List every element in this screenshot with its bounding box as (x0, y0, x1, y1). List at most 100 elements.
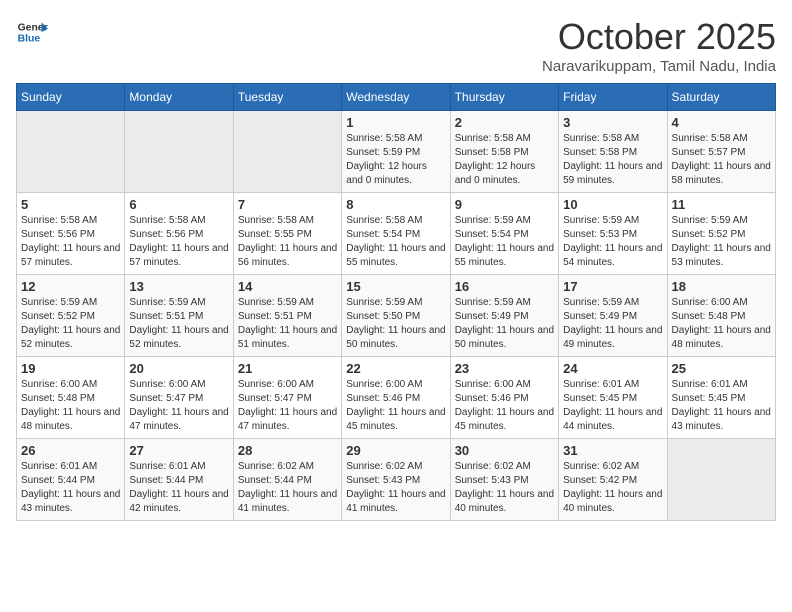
days-header-row: SundayMondayTuesdayWednesdayThursdayFrid… (17, 84, 776, 111)
day-number: 11 (672, 197, 771, 212)
day-cell: 1 Sunrise: 5:58 AMSunset: 5:59 PMDayligh… (342, 111, 450, 193)
day-cell: 18 Sunrise: 6:00 AMSunset: 5:48 PMDaylig… (667, 275, 775, 357)
day-number: 4 (672, 115, 771, 130)
day-info: Sunrise: 6:00 AMSunset: 5:48 PMDaylight:… (672, 296, 771, 352)
day-cell: 2 Sunrise: 5:58 AMSunset: 5:58 PMDayligh… (450, 111, 558, 193)
day-number: 28 (238, 443, 337, 458)
day-info: Sunrise: 5:59 AMSunset: 5:49 PMDaylight:… (455, 296, 554, 352)
week-row-1: 1 Sunrise: 5:58 AMSunset: 5:59 PMDayligh… (17, 111, 776, 193)
week-row-3: 12 Sunrise: 5:59 AMSunset: 5:52 PMDaylig… (17, 275, 776, 357)
day-cell: 14 Sunrise: 5:59 AMSunset: 5:51 PMDaylig… (233, 275, 341, 357)
day-cell: 13 Sunrise: 5:59 AMSunset: 5:51 PMDaylig… (125, 275, 233, 357)
day-cell: 19 Sunrise: 6:00 AMSunset: 5:48 PMDaylig… (17, 357, 125, 439)
logo: General Blue (16, 16, 48, 48)
day-number: 3 (563, 115, 662, 130)
day-info: Sunrise: 6:02 AMSunset: 5:43 PMDaylight:… (455, 460, 554, 516)
day-cell: 21 Sunrise: 6:00 AMSunset: 5:47 PMDaylig… (233, 357, 341, 439)
day-cell: 24 Sunrise: 6:01 AMSunset: 5:45 PMDaylig… (559, 357, 667, 439)
day-number: 19 (21, 361, 120, 376)
calendar-table: SundayMondayTuesdayWednesdayThursdayFrid… (16, 83, 776, 521)
day-info: Sunrise: 6:01 AMSunset: 5:45 PMDaylight:… (563, 378, 662, 434)
day-cell: 26 Sunrise: 6:01 AMSunset: 5:44 PMDaylig… (17, 439, 125, 521)
day-cell: 3 Sunrise: 5:58 AMSunset: 5:58 PMDayligh… (559, 111, 667, 193)
day-info: Sunrise: 5:58 AMSunset: 5:55 PMDaylight:… (238, 214, 337, 270)
day-cell: 5 Sunrise: 5:58 AMSunset: 5:56 PMDayligh… (17, 193, 125, 275)
day-header-monday: Monday (125, 84, 233, 111)
day-cell (125, 111, 233, 193)
day-cell: 23 Sunrise: 6:00 AMSunset: 5:46 PMDaylig… (450, 357, 558, 439)
day-cell (17, 111, 125, 193)
day-number: 2 (455, 115, 554, 130)
day-number: 10 (563, 197, 662, 212)
day-cell (667, 439, 775, 521)
day-number: 14 (238, 279, 337, 294)
day-info: Sunrise: 6:02 AMSunset: 5:42 PMDaylight:… (563, 460, 662, 516)
week-row-5: 26 Sunrise: 6:01 AMSunset: 5:44 PMDaylig… (17, 439, 776, 521)
day-cell: 15 Sunrise: 5:59 AMSunset: 5:50 PMDaylig… (342, 275, 450, 357)
day-number: 12 (21, 279, 120, 294)
day-number: 17 (563, 279, 662, 294)
day-cell: 17 Sunrise: 5:59 AMSunset: 5:49 PMDaylig… (559, 275, 667, 357)
day-info: Sunrise: 5:59 AMSunset: 5:50 PMDaylight:… (346, 296, 445, 352)
day-number: 5 (21, 197, 120, 212)
day-info: Sunrise: 5:59 AMSunset: 5:52 PMDaylight:… (672, 214, 771, 270)
day-info: Sunrise: 5:58 AMSunset: 5:57 PMDaylight:… (672, 132, 771, 188)
day-cell: 25 Sunrise: 6:01 AMSunset: 5:45 PMDaylig… (667, 357, 775, 439)
day-number: 18 (672, 279, 771, 294)
day-number: 9 (455, 197, 554, 212)
day-info: Sunrise: 6:02 AMSunset: 5:43 PMDaylight:… (346, 460, 445, 516)
day-cell: 6 Sunrise: 5:58 AMSunset: 5:56 PMDayligh… (125, 193, 233, 275)
svg-text:Blue: Blue (18, 34, 41, 45)
month-title: October 2025 (542, 16, 776, 58)
day-cell: 4 Sunrise: 5:58 AMSunset: 5:57 PMDayligh… (667, 111, 775, 193)
day-number: 16 (455, 279, 554, 294)
day-number: 26 (21, 443, 120, 458)
day-number: 6 (129, 197, 228, 212)
day-info: Sunrise: 6:01 AMSunset: 5:45 PMDaylight:… (672, 378, 771, 434)
location-subtitle: Naravarikuppam, Tamil Nadu, India (542, 58, 776, 75)
day-info: Sunrise: 6:00 AMSunset: 5:46 PMDaylight:… (346, 378, 445, 434)
day-info: Sunrise: 5:58 AMSunset: 5:58 PMDaylight:… (455, 132, 554, 188)
day-header-thursday: Thursday (450, 84, 558, 111)
logo-icon: General Blue (16, 16, 48, 48)
day-info: Sunrise: 5:58 AMSunset: 5:56 PMDaylight:… (21, 214, 120, 270)
header: General Blue October 2025 Naravarikuppam… (16, 16, 776, 75)
day-cell (233, 111, 341, 193)
week-row-4: 19 Sunrise: 6:00 AMSunset: 5:48 PMDaylig… (17, 357, 776, 439)
day-info: Sunrise: 6:01 AMSunset: 5:44 PMDaylight:… (129, 460, 228, 516)
day-cell: 11 Sunrise: 5:59 AMSunset: 5:52 PMDaylig… (667, 193, 775, 275)
day-cell: 16 Sunrise: 5:59 AMSunset: 5:49 PMDaylig… (450, 275, 558, 357)
day-number: 13 (129, 279, 228, 294)
day-info: Sunrise: 5:58 AMSunset: 5:54 PMDaylight:… (346, 214, 445, 270)
day-header-saturday: Saturday (667, 84, 775, 111)
title-area: October 2025 Naravarikuppam, Tamil Nadu,… (542, 16, 776, 75)
day-number: 24 (563, 361, 662, 376)
calendar-body: 1 Sunrise: 5:58 AMSunset: 5:59 PMDayligh… (17, 111, 776, 521)
day-number: 21 (238, 361, 337, 376)
day-number: 30 (455, 443, 554, 458)
day-number: 22 (346, 361, 445, 376)
day-cell: 10 Sunrise: 5:59 AMSunset: 5:53 PMDaylig… (559, 193, 667, 275)
day-info: Sunrise: 5:58 AMSunset: 5:56 PMDaylight:… (129, 214, 228, 270)
day-info: Sunrise: 5:59 AMSunset: 5:53 PMDaylight:… (563, 214, 662, 270)
day-header-sunday: Sunday (17, 84, 125, 111)
day-info: Sunrise: 5:59 AMSunset: 5:49 PMDaylight:… (563, 296, 662, 352)
day-cell: 20 Sunrise: 6:00 AMSunset: 5:47 PMDaylig… (125, 357, 233, 439)
day-info: Sunrise: 6:00 AMSunset: 5:47 PMDaylight:… (129, 378, 228, 434)
day-header-tuesday: Tuesday (233, 84, 341, 111)
day-cell: 30 Sunrise: 6:02 AMSunset: 5:43 PMDaylig… (450, 439, 558, 521)
day-info: Sunrise: 5:59 AMSunset: 5:54 PMDaylight:… (455, 214, 554, 270)
day-info: Sunrise: 5:59 AMSunset: 5:51 PMDaylight:… (238, 296, 337, 352)
day-info: Sunrise: 6:00 AMSunset: 5:46 PMDaylight:… (455, 378, 554, 434)
day-cell: 29 Sunrise: 6:02 AMSunset: 5:43 PMDaylig… (342, 439, 450, 521)
day-info: Sunrise: 5:58 AMSunset: 5:59 PMDaylight:… (346, 132, 445, 188)
day-number: 29 (346, 443, 445, 458)
day-info: Sunrise: 5:59 AMSunset: 5:51 PMDaylight:… (129, 296, 228, 352)
day-number: 8 (346, 197, 445, 212)
day-number: 15 (346, 279, 445, 294)
day-cell: 28 Sunrise: 6:02 AMSunset: 5:44 PMDaylig… (233, 439, 341, 521)
day-cell: 31 Sunrise: 6:02 AMSunset: 5:42 PMDaylig… (559, 439, 667, 521)
day-header-friday: Friday (559, 84, 667, 111)
day-cell: 8 Sunrise: 5:58 AMSunset: 5:54 PMDayligh… (342, 193, 450, 275)
day-info: Sunrise: 5:58 AMSunset: 5:58 PMDaylight:… (563, 132, 662, 188)
